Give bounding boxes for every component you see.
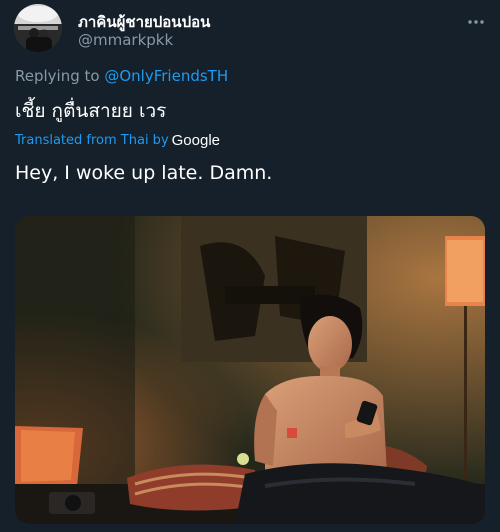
replying-to-label: Replying to xyxy=(15,67,100,85)
more-options-button[interactable] xyxy=(466,12,486,32)
photo-scene xyxy=(15,216,485,524)
translated-label[interactable]: Translated from Thai by xyxy=(15,133,169,148)
replying-to-mention[interactable]: @OnlyFriendsTH xyxy=(104,67,228,85)
avatar-photo xyxy=(14,4,62,52)
translated-by-line[interactable]: Translated from Thai by Google xyxy=(15,132,220,149)
avatar[interactable] xyxy=(14,4,62,52)
google-logo: Google xyxy=(171,132,221,149)
tweet-photo[interactable] xyxy=(15,216,485,524)
replying-to-line: Replying to @OnlyFriendsTH xyxy=(15,67,228,85)
translated-text: Hey, I woke up late. Damn. xyxy=(15,162,273,184)
user-handle[interactable]: @mmarkpkk xyxy=(78,31,173,49)
tweet-text: เชี้ย กูตื่นสายย เวร xyxy=(15,100,167,122)
more-horizontal-icon xyxy=(468,20,484,24)
